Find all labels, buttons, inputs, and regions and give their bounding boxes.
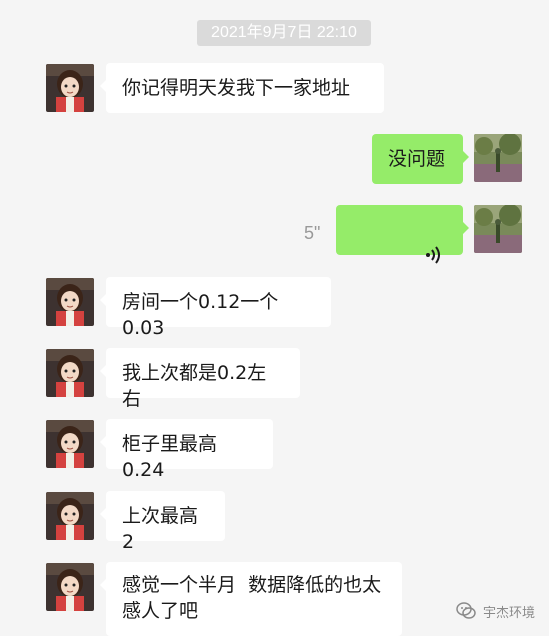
message-bubble-incoming[interactable]: 感觉一个半月 数据降低的也太 感人了吧 <box>100 562 402 636</box>
wechat-logo-icon <box>456 602 476 619</box>
message-bubble-incoming[interactable]: 上次最高2 <box>100 491 225 553</box>
contact-avatar[interactable] <box>46 420 94 468</box>
message-bubble-incoming[interactable]: 你记得明天发我下一家地址 <box>100 63 384 113</box>
voice-wave-icon <box>389 219 441 298</box>
contact-avatar[interactable] <box>46 349 94 397</box>
contact-avatar[interactable] <box>46 278 94 326</box>
girl-avatar-image <box>46 278 94 326</box>
voice-duration: 5" <box>304 223 321 243</box>
watermark: 宇杰环境 <box>455 600 535 622</box>
landscape-avatar-image <box>474 134 522 182</box>
self-avatar[interactable] <box>474 205 522 253</box>
girl-avatar-image <box>46 563 94 611</box>
voice-message-bubble[interactable] <box>336 205 469 264</box>
contact-avatar[interactable] <box>46 492 94 540</box>
message-bubble-incoming[interactable]: 我上次都是0.2左右 <box>100 348 300 410</box>
message-bubble-incoming[interactable]: 柜子里最高0.24 <box>100 419 273 481</box>
contact-avatar[interactable] <box>46 64 94 112</box>
girl-avatar-image <box>46 420 94 468</box>
watermark-text: 宇杰环境 <box>482 605 535 621</box>
message-bubble-outgoing[interactable]: 没问题 <box>372 134 469 184</box>
girl-avatar-image <box>46 492 94 540</box>
girl-avatar-image <box>46 64 94 112</box>
self-avatar[interactable] <box>474 134 522 182</box>
timestamp: 2021年9月7日 22:10 <box>197 20 371 46</box>
landscape-avatar-image <box>474 205 522 253</box>
chat-window: 2021年9月7日 22:10 你记得明天发我下一家地址 没问题 5" 房间一个… <box>0 0 549 636</box>
contact-avatar[interactable] <box>46 563 94 611</box>
girl-avatar-image <box>46 349 94 397</box>
message-bubble-incoming[interactable]: 房间一个0.12一个0.03 <box>100 277 331 339</box>
